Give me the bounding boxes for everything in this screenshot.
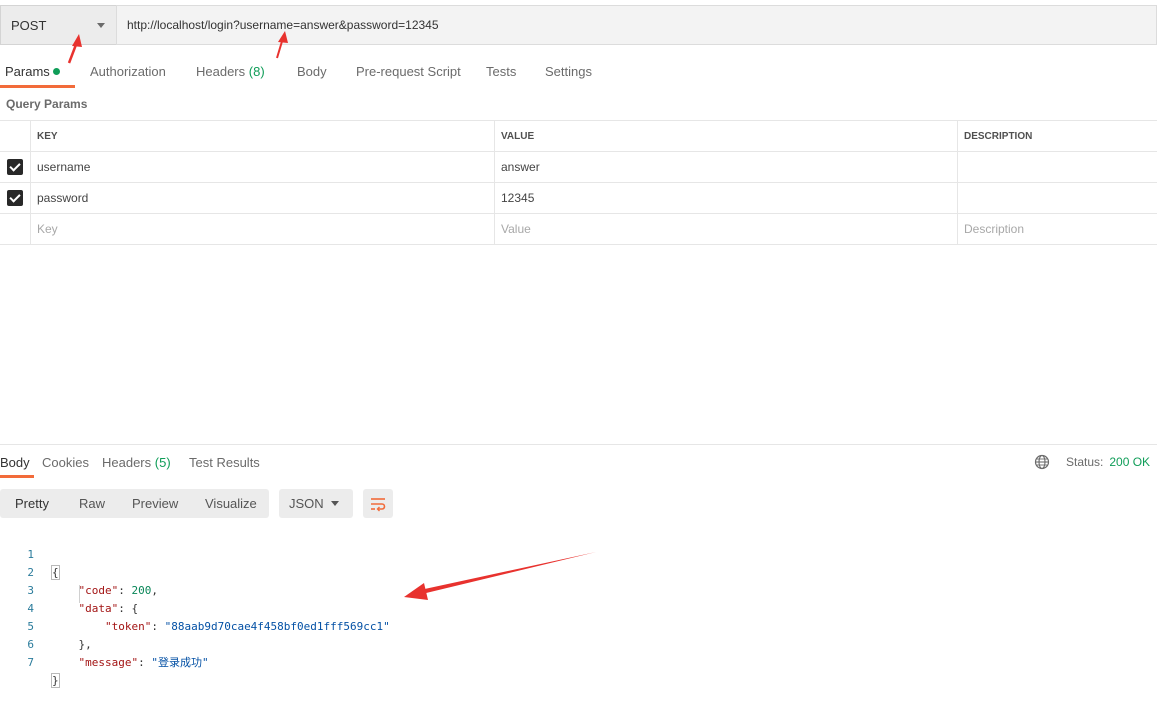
header-value: VALUE <box>495 121 958 151</box>
wrap-lines-button[interactable] <box>363 489 393 518</box>
status-area: Status: 200 OK <box>1034 454 1150 470</box>
json-string: "登录成功" <box>151 656 209 669</box>
param-description-field[interactable] <box>958 183 1157 213</box>
active-tab-indicator <box>0 475 34 478</box>
url-value: http://localhost/login?username=answer&p… <box>127 18 439 32</box>
code-line: 4 "token": "88aab9d70cae4f458bf0ed1fff56… <box>0 582 700 633</box>
tab-params-label: Params <box>5 64 50 79</box>
request-bar: POST http://localhost/login?username=ans… <box>0 5 1157 45</box>
tab-body[interactable]: Body <box>297 64 327 79</box>
tab-cookies[interactable]: Cookies <box>42 455 89 470</box>
format-tabs: Pretty Raw Preview Visualize <box>0 489 269 518</box>
close-brace: } <box>51 673 60 688</box>
param-value-field[interactable]: 12345 <box>495 183 958 213</box>
json-key: "message" <box>78 656 139 669</box>
response-code[interactable]: 1 { 2 "code": 200, 3 "data": { 4 "token"… <box>0 528 700 688</box>
checkbox[interactable] <box>7 159 23 175</box>
response-tabs: Body Cookies Headers (5) Test Results <box>0 448 300 478</box>
indent-guide <box>79 585 80 603</box>
params-table: KEY VALUE DESCRIPTION username answer pa… <box>0 120 1157 245</box>
line-number: 7 <box>27 656 34 669</box>
format-raw[interactable]: Raw <box>79 496 105 511</box>
tab-headers-count: (8) <box>248 64 265 79</box>
code-text: "message": "登录成功" <box>78 656 209 669</box>
param-key-field[interactable]: username <box>31 152 495 182</box>
row-check-cell <box>0 152 31 182</box>
code-line: 5 }, <box>0 600 700 651</box>
code-line: 3 "data": { <box>0 564 700 615</box>
method-value: POST <box>11 17 47 33</box>
globe-icon[interactable] <box>1034 454 1050 470</box>
active-tab-indicator <box>0 85 75 88</box>
row-check-cell <box>0 183 31 213</box>
format-pretty[interactable]: Pretty <box>15 496 49 511</box>
new-description-field[interactable]: Description <box>958 214 1157 244</box>
header-check-cell <box>0 121 31 151</box>
request-tabs: Params Authorization Headers (8) Body Pr… <box>0 56 620 88</box>
code-line: 6 "message": "登录成功" <box>0 618 700 669</box>
tab-response-headers-count: (5) <box>154 455 171 470</box>
format-language-value: JSON <box>289 496 324 511</box>
table-row-new: Key Value Description <box>0 214 1157 245</box>
tab-response-headers[interactable]: Headers (5) <box>102 455 171 470</box>
tab-response-body[interactable]: Body <box>0 455 30 470</box>
format-preview[interactable]: Preview <box>132 496 178 511</box>
table-row: password 12345 <box>0 183 1157 214</box>
table-row: username answer <box>0 152 1157 183</box>
row-check-cell <box>0 214 31 244</box>
param-value-field[interactable]: answer <box>495 152 958 182</box>
tab-authorization[interactable]: Authorization <box>90 64 166 79</box>
format-language-select[interactable]: JSON <box>279 489 353 518</box>
tab-tests[interactable]: Tests <box>486 64 516 79</box>
chevron-down-icon <box>97 23 105 28</box>
tab-headers-label: Headers <box>196 64 246 79</box>
pane-divider[interactable] <box>0 444 1157 445</box>
code-line: 1 { <box>0 528 700 580</box>
status-value[interactable]: 200 OK <box>1109 455 1150 469</box>
tab-test-results[interactable]: Test Results <box>189 455 260 470</box>
code-text: } <box>51 672 60 690</box>
table-header: KEY VALUE DESCRIPTION <box>0 121 1157 152</box>
query-params-title: Query Params <box>6 97 88 111</box>
tab-pre-request-script[interactable]: Pre-request Script <box>356 64 461 79</box>
tab-headers[interactable]: Headers (8) <box>196 64 265 79</box>
wrap-lines-icon <box>371 497 386 511</box>
url-input[interactable]: http://localhost/login?username=answer&p… <box>116 5 1157 45</box>
header-key: KEY <box>31 121 495 151</box>
param-description-field[interactable] <box>958 152 1157 182</box>
active-dot-icon <box>52 68 60 75</box>
chevron-down-icon <box>331 501 339 506</box>
new-value-field[interactable]: Value <box>495 214 958 244</box>
status-label: Status: <box>1066 455 1104 469</box>
checkbox[interactable] <box>7 190 23 206</box>
tab-params[interactable]: Params <box>5 64 60 79</box>
method-select[interactable]: POST <box>0 5 116 45</box>
param-key-field[interactable]: password <box>31 183 495 213</box>
code-line: 2 "code": 200, <box>0 546 700 597</box>
code-line: 7 } <box>0 636 700 688</box>
new-key-field[interactable]: Key <box>31 214 495 244</box>
tab-response-headers-label: Headers <box>102 455 152 470</box>
header-description: DESCRIPTION <box>964 130 1033 142</box>
tab-settings[interactable]: Settings <box>545 64 592 79</box>
format-visualize[interactable]: Visualize <box>205 496 257 511</box>
